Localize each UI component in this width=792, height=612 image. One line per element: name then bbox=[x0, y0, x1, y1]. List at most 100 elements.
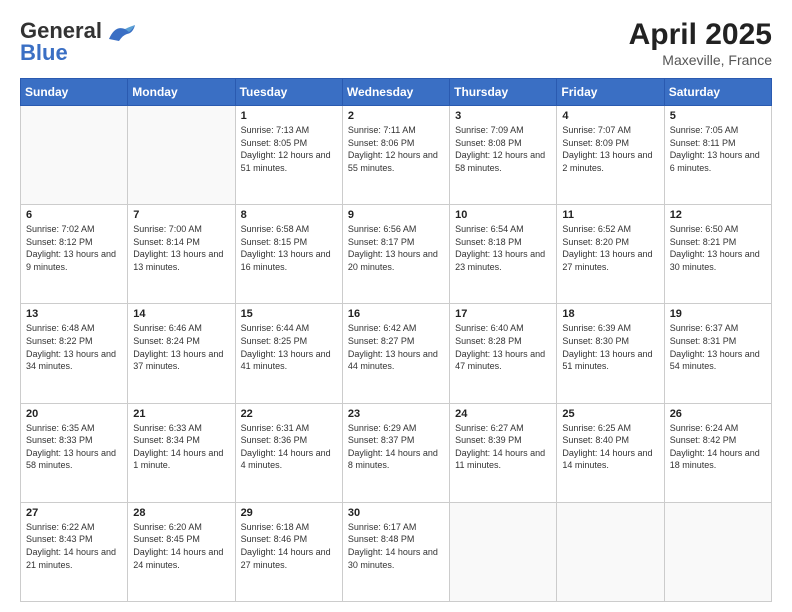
day-cell: 9 Sunrise: 6:56 AM Sunset: 8:17 PM Daylig… bbox=[342, 205, 449, 304]
day-number: 28 bbox=[133, 507, 229, 519]
day-info: Sunrise: 6:24 AM Sunset: 8:42 PM Dayligh… bbox=[670, 422, 766, 472]
day-cell: 27 Sunrise: 6:22 AM Sunset: 8:43 PM Dayli… bbox=[21, 502, 128, 601]
calendar-header-row: SundayMondayTuesdayWednesdayThursdayFrid… bbox=[21, 79, 772, 106]
day-info: Sunrise: 6:50 AM Sunset: 8:21 PM Dayligh… bbox=[670, 223, 766, 273]
day-info: Sunrise: 6:31 AM Sunset: 8:36 PM Dayligh… bbox=[241, 422, 337, 472]
day-cell: 25 Sunrise: 6:25 AM Sunset: 8:40 PM Dayli… bbox=[557, 403, 664, 502]
day-cell: 26 Sunrise: 6:24 AM Sunset: 8:42 PM Dayli… bbox=[664, 403, 771, 502]
day-cell: 5 Sunrise: 7:05 AM Sunset: 8:11 PM Daylig… bbox=[664, 106, 771, 205]
week-row-5: 27 Sunrise: 6:22 AM Sunset: 8:43 PM Dayli… bbox=[21, 502, 772, 601]
day-info: Sunrise: 6:44 AM Sunset: 8:25 PM Dayligh… bbox=[241, 322, 337, 372]
day-cell: 14 Sunrise: 6:46 AM Sunset: 8:24 PM Dayli… bbox=[128, 304, 235, 403]
day-number: 11 bbox=[562, 209, 658, 221]
day-cell bbox=[557, 502, 664, 601]
day-number: 26 bbox=[670, 408, 766, 420]
day-info: Sunrise: 6:56 AM Sunset: 8:17 PM Dayligh… bbox=[348, 223, 444, 273]
day-number: 18 bbox=[562, 308, 658, 320]
title-block: April 2025 Maxeville, France bbox=[629, 18, 772, 68]
day-number: 5 bbox=[670, 110, 766, 122]
col-header-sunday: Sunday bbox=[21, 79, 128, 106]
logo-bird-icon bbox=[105, 21, 137, 43]
week-row-1: 1 Sunrise: 7:13 AM Sunset: 8:05 PM Daylig… bbox=[21, 106, 772, 205]
day-info: Sunrise: 7:13 AM Sunset: 8:05 PM Dayligh… bbox=[241, 124, 337, 174]
day-info: Sunrise: 6:33 AM Sunset: 8:34 PM Dayligh… bbox=[133, 422, 229, 472]
location-subtitle: Maxeville, France bbox=[629, 52, 772, 68]
day-info: Sunrise: 6:40 AM Sunset: 8:28 PM Dayligh… bbox=[455, 322, 551, 372]
col-header-tuesday: Tuesday bbox=[235, 79, 342, 106]
col-header-thursday: Thursday bbox=[450, 79, 557, 106]
day-cell: 8Sunrise: 6:58 AM Sunset: 8:15 PM Daylig… bbox=[235, 205, 342, 304]
day-cell: 28 Sunrise: 6:20 AM Sunset: 8:45 PM Dayli… bbox=[128, 502, 235, 601]
day-number: 29 bbox=[241, 507, 337, 519]
day-number: 27 bbox=[26, 507, 122, 519]
day-number: 23 bbox=[348, 408, 444, 420]
day-number: 25 bbox=[562, 408, 658, 420]
day-info: Sunrise: 7:05 AM Sunset: 8:11 PM Dayligh… bbox=[670, 124, 766, 174]
logo-blue: Blue bbox=[20, 40, 68, 66]
col-header-monday: Monday bbox=[128, 79, 235, 106]
day-info: Sunrise: 7:02 AM Sunset: 8:12 PM Dayligh… bbox=[26, 223, 122, 273]
day-number: 24 bbox=[455, 408, 551, 420]
month-year-title: April 2025 bbox=[629, 18, 772, 52]
week-row-2: 6 Sunrise: 7:02 AM Sunset: 8:12 PM Daylig… bbox=[21, 205, 772, 304]
day-info: Sunrise: 6:37 AM Sunset: 8:31 PM Dayligh… bbox=[670, 322, 766, 372]
day-cell: 29 Sunrise: 6:18 AM Sunset: 8:46 PM Dayli… bbox=[235, 502, 342, 601]
day-cell: 1 Sunrise: 7:13 AM Sunset: 8:05 PM Daylig… bbox=[235, 106, 342, 205]
day-info: Sunrise: 6:52 AM Sunset: 8:20 PM Dayligh… bbox=[562, 223, 658, 273]
day-number: 7 bbox=[133, 209, 229, 221]
day-cell bbox=[664, 502, 771, 601]
day-number: 30 bbox=[348, 507, 444, 519]
day-number: 19 bbox=[670, 308, 766, 320]
day-info: Sunrise: 6:58 AM Sunset: 8:15 PM Dayligh… bbox=[241, 223, 337, 273]
day-cell: 15 Sunrise: 6:44 AM Sunset: 8:25 PM Dayli… bbox=[235, 304, 342, 403]
calendar-table: SundayMondayTuesdayWednesdayThursdayFrid… bbox=[20, 78, 772, 602]
day-number: 20 bbox=[26, 408, 122, 420]
day-info: Sunrise: 6:22 AM Sunset: 8:43 PM Dayligh… bbox=[26, 521, 122, 571]
week-row-3: 13 Sunrise: 6:48 AM Sunset: 8:22 PM Dayli… bbox=[21, 304, 772, 403]
col-header-friday: Friday bbox=[557, 79, 664, 106]
col-header-saturday: Saturday bbox=[664, 79, 771, 106]
day-info: Sunrise: 6:20 AM Sunset: 8:45 PM Dayligh… bbox=[133, 521, 229, 571]
day-cell bbox=[21, 106, 128, 205]
day-cell: 19 Sunrise: 6:37 AM Sunset: 8:31 PM Dayli… bbox=[664, 304, 771, 403]
day-info: Sunrise: 6:42 AM Sunset: 8:27 PM Dayligh… bbox=[348, 322, 444, 372]
col-header-wednesday: Wednesday bbox=[342, 79, 449, 106]
day-cell bbox=[450, 502, 557, 601]
day-cell: 22 Sunrise: 6:31 AM Sunset: 8:36 PM Dayli… bbox=[235, 403, 342, 502]
day-info: Sunrise: 7:09 AM Sunset: 8:08 PM Dayligh… bbox=[455, 124, 551, 174]
day-cell: 16 Sunrise: 6:42 AM Sunset: 8:27 PM Dayli… bbox=[342, 304, 449, 403]
day-number: 12 bbox=[670, 209, 766, 221]
day-info: Sunrise: 6:54 AM Sunset: 8:18 PM Dayligh… bbox=[455, 223, 551, 273]
day-cell: 13 Sunrise: 6:48 AM Sunset: 8:22 PM Dayli… bbox=[21, 304, 128, 403]
day-number: 22 bbox=[241, 408, 337, 420]
day-info: Sunrise: 7:00 AM Sunset: 8:14 PM Dayligh… bbox=[133, 223, 229, 273]
day-cell: 3Sunrise: 7:09 AM Sunset: 8:08 PM Daylig… bbox=[450, 106, 557, 205]
day-info: Sunrise: 6:25 AM Sunset: 8:40 PM Dayligh… bbox=[562, 422, 658, 472]
day-number: 6 bbox=[26, 209, 122, 221]
day-cell: 23Sunrise: 6:29 AM Sunset: 8:37 PM Dayli… bbox=[342, 403, 449, 502]
day-info: Sunrise: 7:11 AM Sunset: 8:06 PM Dayligh… bbox=[348, 124, 444, 174]
day-info: Sunrise: 6:46 AM Sunset: 8:24 PM Dayligh… bbox=[133, 322, 229, 372]
day-cell: 4 Sunrise: 7:07 AM Sunset: 8:09 PM Daylig… bbox=[557, 106, 664, 205]
day-cell: 6 Sunrise: 7:02 AM Sunset: 8:12 PM Daylig… bbox=[21, 205, 128, 304]
day-info: Sunrise: 6:18 AM Sunset: 8:46 PM Dayligh… bbox=[241, 521, 337, 571]
day-number: 4 bbox=[562, 110, 658, 122]
day-number: 14 bbox=[133, 308, 229, 320]
day-cell: 11 Sunrise: 6:52 AM Sunset: 8:20 PM Dayli… bbox=[557, 205, 664, 304]
day-number: 1 bbox=[241, 110, 337, 122]
day-number: 15 bbox=[241, 308, 337, 320]
day-number: 13 bbox=[26, 308, 122, 320]
day-info: Sunrise: 6:48 AM Sunset: 8:22 PM Dayligh… bbox=[26, 322, 122, 372]
day-cell: 21 Sunrise: 6:33 AM Sunset: 8:34 PM Dayli… bbox=[128, 403, 235, 502]
day-cell: 17Sunrise: 6:40 AM Sunset: 8:28 PM Dayli… bbox=[450, 304, 557, 403]
day-cell bbox=[128, 106, 235, 205]
day-number: 2 bbox=[348, 110, 444, 122]
day-number: 9 bbox=[348, 209, 444, 221]
day-number: 16 bbox=[348, 308, 444, 320]
logo: General Blue bbox=[20, 18, 137, 66]
day-cell: 12 Sunrise: 6:50 AM Sunset: 8:21 PM Dayli… bbox=[664, 205, 771, 304]
day-info: Sunrise: 6:39 AM Sunset: 8:30 PM Dayligh… bbox=[562, 322, 658, 372]
day-cell: 7 Sunrise: 7:00 AM Sunset: 8:14 PM Daylig… bbox=[128, 205, 235, 304]
day-info: Sunrise: 7:07 AM Sunset: 8:09 PM Dayligh… bbox=[562, 124, 658, 174]
day-number: 21 bbox=[133, 408, 229, 420]
